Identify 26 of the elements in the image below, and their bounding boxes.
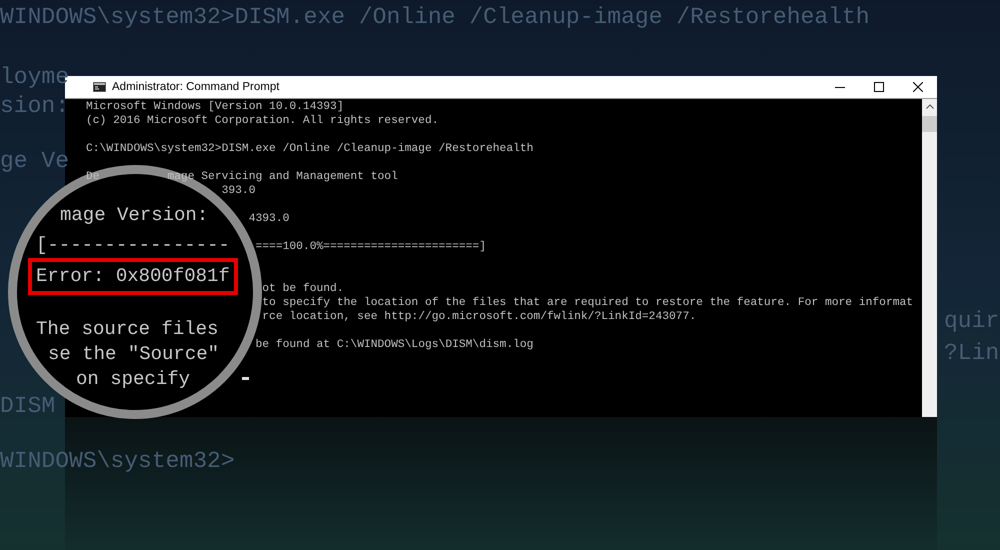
console-text: rce location, see http://go.microsoft.com/fwlink/?LinkId=243077. [262, 310, 696, 324]
magnified-text: The source files [36, 318, 218, 341]
window-title: Administrator: Command Prompt [112, 81, 280, 93]
background-text: DISM [0, 395, 56, 418]
background-text: loyme [0, 66, 70, 89]
console-text: (c) 2016 Microsoft Corporation. All rights reserved. [86, 114, 439, 128]
console-text: De [86, 170, 100, 184]
console-text: Microsoft Windows [Version 10.0.14393] [86, 100, 344, 114]
console-text: 393.0 [222, 184, 256, 198]
console-text: to specify the location of the files that are required to restore the feature. For more informat [262, 296, 914, 310]
background-text: WINDOWS\system32> [0, 450, 235, 473]
console-text: be found at C:\WINDOWS\Logs\DISM\dism.log [256, 338, 534, 352]
console-text: 4393.0 [248, 212, 290, 226]
console-text: C:\WINDOWS\system32>DISM.exe /Online /Cleanup-image /Restorehealth [86, 142, 534, 156]
magnified-text: mage Version: [60, 204, 208, 227]
console-text: ====100.0%=======================] [256, 240, 486, 254]
background-text: WINDOWS\system32>DISM.exe /Online /Cleanup-image /Restorehealth [0, 6, 870, 29]
background-text: ?Lin [944, 342, 1000, 365]
magnified-text: on specify [76, 368, 190, 391]
console-text: ot be found. [262, 282, 344, 296]
background-text: ge Ve [0, 150, 70, 173]
highlighted-error-code: Error: 0x800f081f [28, 258, 238, 295]
magnified-text: se the "Source" [48, 343, 220, 366]
magnified-text: [---------------- [36, 234, 230, 257]
background-text: sion: [0, 95, 70, 118]
background-text: quir [944, 310, 1000, 333]
